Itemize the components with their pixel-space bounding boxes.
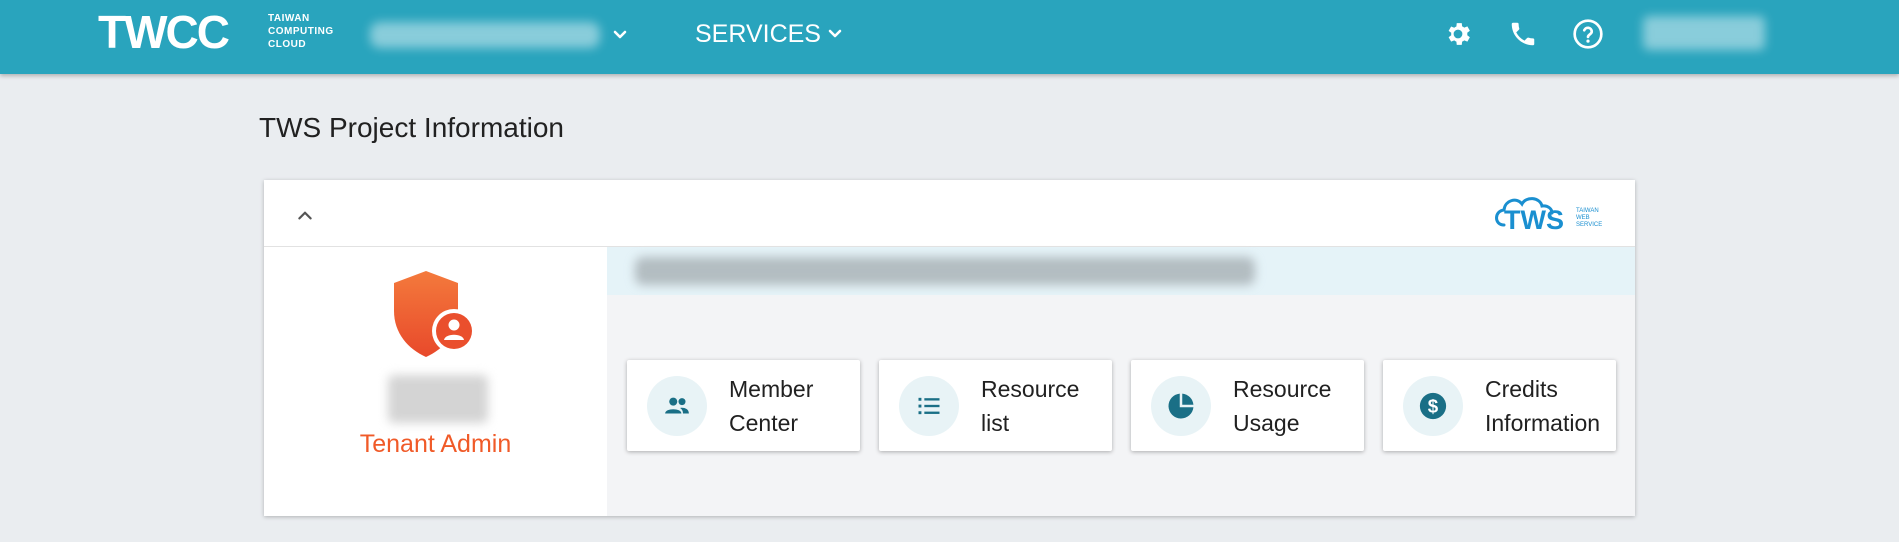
contact-button[interactable] — [1506, 17, 1540, 51]
tile-label: Member Center — [729, 375, 814, 436]
logo-subtitle: TAIWAN COMPUTING CLOUD — [268, 12, 334, 50]
pie-chart-icon — [1151, 375, 1211, 436]
user-name-redacted — [388, 375, 488, 423]
chevron-up-icon — [298, 211, 312, 220]
people-icon — [647, 375, 707, 436]
project-name-redacted — [370, 22, 600, 48]
user-role-panel: Tenant Admin — [264, 247, 607, 516]
dollar-icon: $ — [1403, 375, 1463, 436]
tile-label: Resource Usage — [1233, 375, 1332, 436]
card-header: TWS TAIWAN WEB SERVICE — [264, 180, 1635, 247]
svg-text:TAIWAN: TAIWAN — [1576, 208, 1599, 214]
chevron-down-icon — [828, 29, 842, 38]
member-center-tile[interactable]: Member Center — [627, 360, 860, 451]
project-id-band — [607, 247, 1635, 295]
collapse-button[interactable] — [292, 202, 318, 228]
resource-usage-tile[interactable]: Resource Usage — [1131, 360, 1364, 451]
services-menu[interactable]: SERVICES — [695, 16, 843, 52]
services-label: SERVICES — [695, 19, 821, 48]
svg-text:WEB: WEB — [1576, 215, 1590, 221]
twcc-logo[interactable]: TWCC TAIWAN COMPUTING CLOUD — [98, 10, 334, 52]
settings-button[interactable] — [1441, 17, 1475, 51]
project-id-redacted — [635, 257, 1255, 285]
tile-label: Credits Information — [1485, 375, 1601, 436]
project-actions-panel: Member Center Resource list Resource Usa… — [607, 247, 1635, 516]
project-selector[interactable] — [370, 18, 630, 52]
page-title: TWS Project Information — [259, 112, 564, 143]
help-circle-icon — [1573, 19, 1603, 49]
tws-logo: TWS TAIWAN WEB SERVICE — [1495, 197, 1602, 235]
svg-text:$: $ — [1428, 395, 1439, 416]
phone-icon — [1511, 22, 1535, 46]
username-redacted — [1643, 16, 1765, 50]
admin-shield-icon — [394, 271, 476, 357]
chevron-down-icon — [613, 30, 627, 39]
tile-label: Resource list — [981, 375, 1080, 436]
top-navigation-bar: TWCC TAIWAN COMPUTING CLOUD SERVICES — [0, 0, 1899, 74]
project-info-card: TWS TAIWAN WEB SERVICE Tenant Admin Memb… — [264, 180, 1635, 516]
gear-icon — [1448, 23, 1470, 45]
list-icon — [899, 375, 959, 436]
resource-list-tile[interactable]: Resource list — [879, 360, 1112, 451]
logo-initials: TWCC — [98, 10, 229, 52]
twcc-logo-mark: TWCC — [98, 10, 231, 52]
role-label: Tenant Admin — [359, 430, 512, 458]
svg-text:SERVICE: SERVICE — [1576, 222, 1602, 228]
user-account-menu[interactable] — [1643, 16, 1765, 50]
tws-logo-text: TWS — [1504, 205, 1564, 235]
help-button[interactable] — [1571, 17, 1605, 51]
credits-information-tile[interactable]: $ Credits Information — [1383, 360, 1616, 451]
